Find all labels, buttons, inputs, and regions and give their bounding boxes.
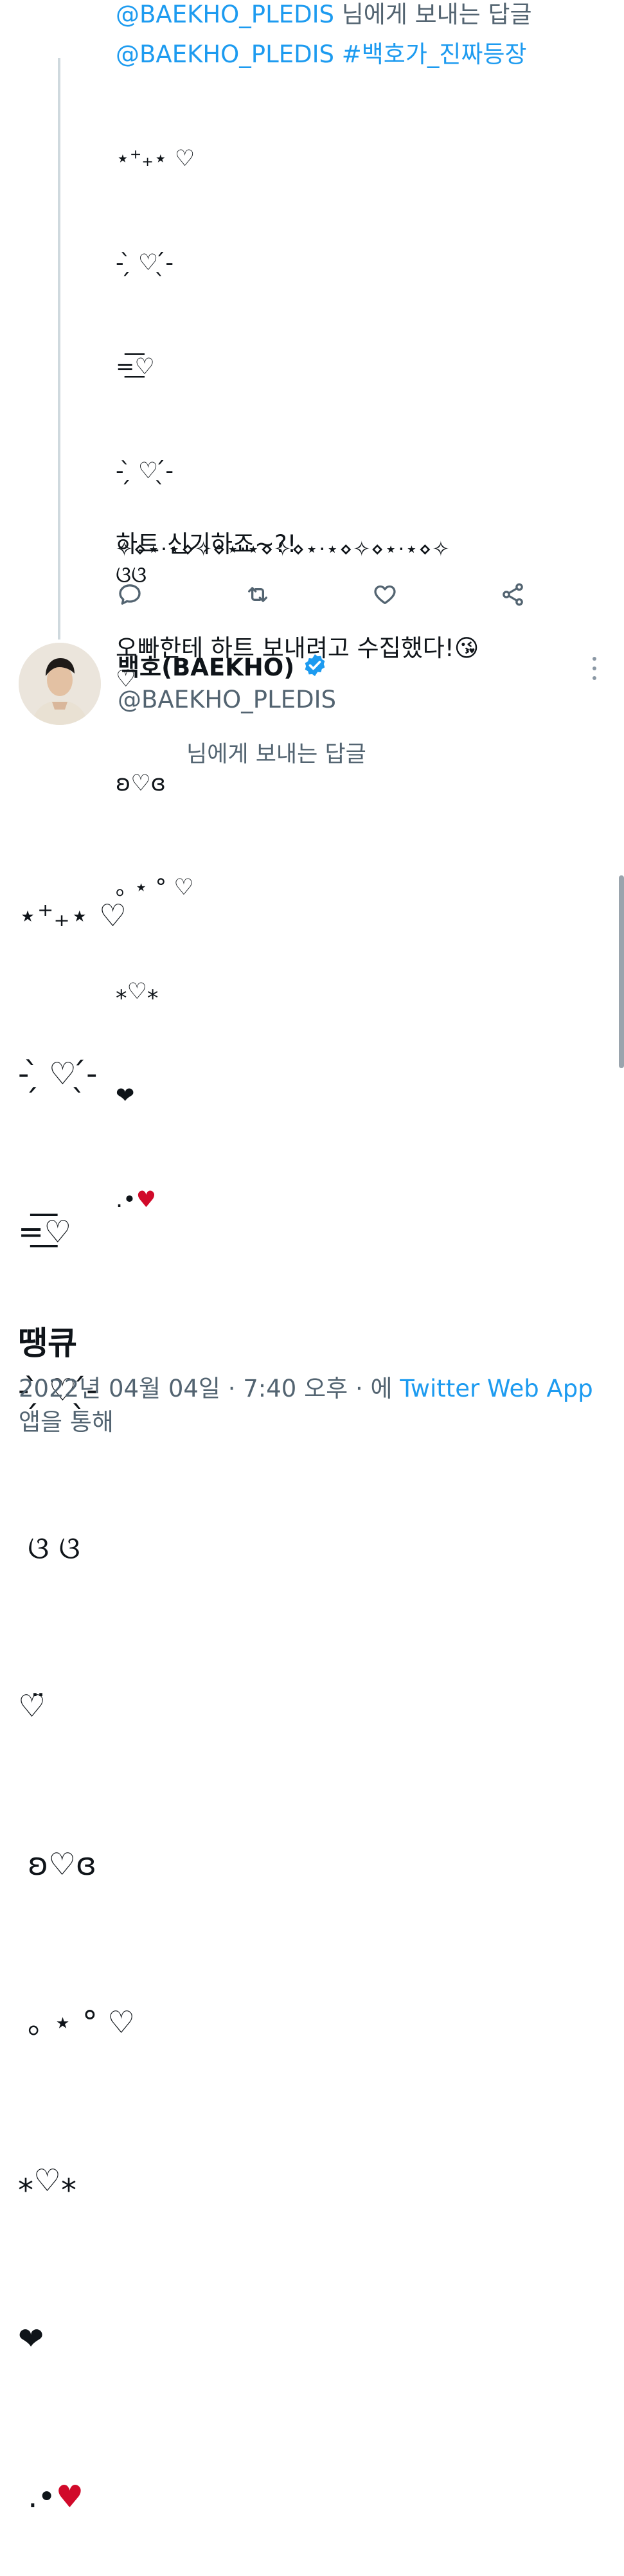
mention-link[interactable]: @BAEKHO_PLEDIS [116, 40, 334, 68]
heart-line: ⁎♡⁎ [18, 2163, 77, 2199]
author-name-row: 백호(BAEKHO) [118, 646, 328, 684]
heart-line: ❤ [18, 2321, 44, 2357]
red-heart-icon: ♥ [55, 2479, 84, 2515]
heart-line-red: .•♥ [18, 2471, 135, 2523]
timestamp[interactable]: 2022년 04월 04일 · 7:40 오후 · 에 [19, 1375, 400, 1402]
heart-line: ｡ ⋆ ° ♡ [18, 2005, 136, 2041]
heart-line: ♡̈ [18, 1688, 46, 1724]
heart-line: =͟͟͞♡ [116, 354, 155, 380]
heart-line: ⋆⁺₊⋆ ♡ [18, 898, 127, 934]
share-button[interactable] [499, 580, 527, 609]
reply-to-handle-link[interactable]: @BAEKHO_PLEDIS [116, 1, 334, 28]
retweet-icon [247, 587, 267, 602]
heart-icon [374, 585, 396, 604]
kiss-emoji-icon: 😘 [454, 634, 479, 662]
dot [593, 676, 596, 680]
source-link[interactable]: Twitter Web App [400, 1375, 593, 1402]
display-name[interactable]: 백호(BAEKHO) [118, 648, 294, 683]
main-tweet-text: 땡큐 [18, 1325, 77, 1362]
thread-line [58, 58, 60, 640]
heart-line: - ̗̀ ♡ ̖́- [116, 250, 174, 276]
reply-icon [119, 584, 141, 605]
scrollbar[interactable] [619, 875, 624, 1068]
retweet-button[interactable] [244, 580, 272, 609]
parent-reply-context: @BAEKHO_PLEDIS 님에게 보내는 답글 @BAEKHO_PLEDIS… [116, 0, 532, 75]
share-icon [503, 583, 523, 606]
replying-to-text: 님에게 보내는 답글 [186, 742, 366, 767]
heart-line: - ̗̀ ♡ ̖́- [18, 1056, 98, 1092]
heart-line: ଓ ଓ [18, 1530, 80, 1566]
reply-to-suffix: 님에게 보내는 답글 [334, 1, 532, 28]
red-heart-icon: ♥ [136, 1187, 157, 1213]
profile-photo-icon [19, 643, 101, 725]
avatar[interactable] [19, 643, 101, 725]
parent-deco-line: ✧⋄⋆⋅⋆⋄✧⋄⋆⋅⋆⋄✧⋄⋆⋅⋆⋄✧⋄⋆⋅⋆⋄✧ [116, 537, 450, 561]
source-suffix: 앱을 통해 [19, 1408, 114, 1436]
tweet-actions [116, 575, 527, 614]
heart-line: ⋆⁺₊⋆ ♡ [116, 146, 195, 172]
tweet-meta: 2022년 04월 04일 · 7:40 오후 · 에 Twitter Web … [19, 1372, 597, 1439]
more-options-button[interactable] [585, 654, 604, 683]
heart-line: ʚ♡ɞ [18, 1847, 97, 1883]
author-handle[interactable]: @BAEKHO_PLEDIS [118, 686, 336, 713]
heart-line: =͟͟͞♡ [18, 1214, 72, 1250]
dots: .• [18, 2479, 56, 2515]
dot [593, 666, 596, 670]
like-button[interactable] [371, 580, 399, 609]
reply-button[interactable] [116, 580, 144, 609]
hashtag-link[interactable]: #백호가_진짜등장 [342, 40, 527, 68]
main-heart-lines: ⋆⁺₊⋆ ♡ - ̗̀ ♡ ̖́- =͟͟͞♡ - ̗̀ ♡ ̖́- ଓ ଓ ♡… [18, 784, 135, 2576]
verified-badge-icon [302, 652, 328, 678]
dot [593, 657, 596, 661]
